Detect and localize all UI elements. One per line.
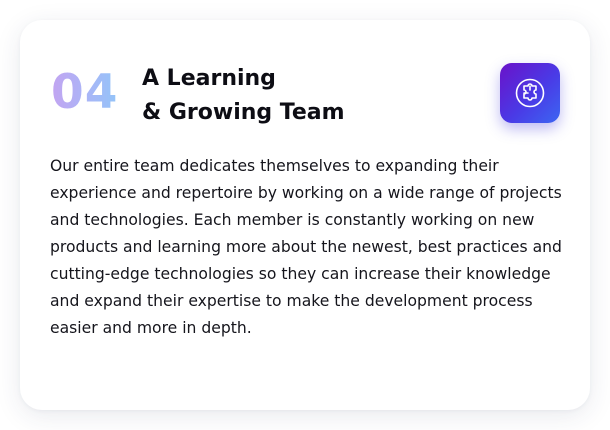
card-number: 04 xyxy=(51,63,118,123)
card-title: A Learning & Growing Team xyxy=(142,62,345,130)
card-title-line-1: A Learning xyxy=(142,66,276,91)
puzzle-icon-badge xyxy=(500,63,560,123)
feature-card: 04 A Learning & Growing Team Our entire … xyxy=(20,20,590,410)
card-title-line-2: & Growing Team xyxy=(142,100,345,125)
card-description: Our entire team dedicates themselves to … xyxy=(50,157,562,337)
puzzle-icon xyxy=(515,78,545,108)
